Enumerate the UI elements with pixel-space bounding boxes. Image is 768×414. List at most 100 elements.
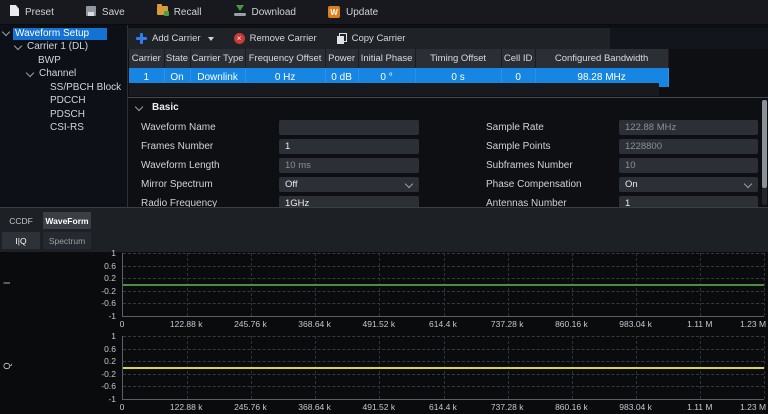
column-header-carrier-type: Carrier Type: [190, 49, 245, 68]
chevron-down-icon: [135, 102, 143, 110]
form-scrollbar[interactable]: [762, 100, 767, 205]
input-waveform-length[interactable]: 10 ms: [279, 158, 419, 173]
toolbar-button-save[interactable]: Save: [86, 6, 125, 19]
y-tick-label: 0.2: [104, 356, 116, 366]
select-mirror-spectrum[interactable]: Off: [279, 177, 419, 192]
x-tick-label: 368.64 k: [298, 319, 331, 329]
save-icon: [86, 6, 96, 19]
field-value: 10 ms: [285, 160, 311, 171]
tab-ccdf[interactable]: CCDF: [2, 212, 40, 229]
input-frames-number[interactable]: 1: [279, 139, 419, 154]
toolbar-button-label: Preset: [25, 7, 54, 18]
carrier-toolbar: Add Carrier × Remove Carrier Copy Carrie…: [128, 28, 610, 49]
field-label-radio-frequency: Radio Frequency: [141, 196, 217, 207]
column-header-frequency-offset: Frequency Offset: [245, 49, 325, 68]
tree-item-waveform-setup[interactable]: Waveform Setup: [0, 27, 127, 41]
tree-item-label: Carrier 1 (DL): [25, 41, 90, 53]
tree-item-csi-rs[interactable]: CSI-RS: [0, 122, 127, 136]
input-radio-frequency[interactable]: 1GHz: [279, 196, 419, 207]
tab-i-q[interactable]: I|Q: [2, 232, 40, 249]
x-tick-label: 122.88 k: [170, 319, 203, 329]
gridline-vertical: [764, 336, 765, 399]
basic-section-title: Basic: [152, 102, 179, 113]
toolbar-button-download[interactable]: Download: [234, 5, 296, 19]
field-value: 1: [285, 141, 290, 152]
trace-i: [123, 284, 764, 286]
plot-area: [122, 253, 764, 317]
remove-carrier-button[interactable]: × Remove Carrier: [234, 33, 317, 44]
x-tick-label: 860.16 k: [555, 319, 588, 329]
toolbar-button-preset[interactable]: Preset: [10, 5, 54, 19]
x-tick-label: 122.88 k: [170, 402, 203, 412]
tree-item-label: Waveform Setup: [13, 28, 107, 40]
y-tick-label: 0.2: [104, 273, 116, 283]
y-tick-label: -0.6: [101, 298, 116, 308]
x-tick-labels: 0122.88 k245.76 k368.64 k491.52 k614.4 k…: [122, 402, 764, 414]
x-tick-labels: 0122.88 k245.76 k368.64 k491.52 k614.4 k…: [122, 319, 764, 331]
x-tick-label: 983.04 k: [619, 402, 652, 412]
column-header-state: State: [164, 49, 190, 68]
tree-item-channel[interactable]: Channel: [0, 68, 127, 82]
chevron-down-icon: [208, 37, 214, 41]
field-label-antennas-number: Antennas Number: [486, 196, 567, 207]
input-sample-rate[interactable]: 122.88 MHz: [619, 120, 758, 135]
results-pane: CCDFWaveFormI|QSpectrum I10.60.2-0.2-0.6…: [0, 207, 768, 414]
copy-carrier-button[interactable]: Copy Carrier: [337, 33, 406, 44]
carrier-table-empty-area: [129, 83, 659, 96]
field-label-subframes-number: Subframes Number: [486, 158, 573, 173]
column-header-configured-bandwidth: Configured Bandwidth: [535, 49, 668, 68]
tree-item-pdsch[interactable]: PDSCH: [0, 108, 127, 122]
gridline-vertical: [764, 253, 765, 316]
y-tick-label: -1: [108, 311, 116, 321]
input-waveform-name[interactable]: [279, 120, 419, 135]
x-tick-label: 245.76 k: [234, 319, 267, 329]
field-label-frames-number: Frames Number: [141, 139, 213, 154]
tree-item-ss-pbch-block[interactable]: SS/PBCH Block: [0, 81, 127, 95]
form-scrollbar-thumb[interactable]: [762, 100, 767, 188]
toolbar-button-label: Recall: [174, 7, 202, 18]
chevron-down-icon: [26, 69, 34, 77]
select-phase-compensation[interactable]: On: [619, 177, 758, 192]
y-tick-labels: 10.60.2-0.2-0.6-1: [0, 253, 118, 316]
basic-section-header[interactable]: Basic: [136, 102, 179, 113]
x-tick-label: 1.11 M: [687, 402, 712, 412]
update-icon: W: [328, 6, 340, 18]
add-carrier-button[interactable]: Add Carrier: [136, 33, 214, 44]
carrier-config-panel: Add Carrier × Remove Carrier Copy Carrie…: [127, 25, 768, 207]
main-toolbar: Preset Save Recall Download WUpdate: [0, 0, 768, 25]
column-header-initial-phase: Initial Phase: [358, 49, 415, 68]
tab-waveform[interactable]: WaveForm: [43, 212, 91, 229]
tree-item-bwp[interactable]: BWP: [0, 54, 127, 68]
remove-carrier-label: Remove Carrier: [250, 33, 317, 44]
x-tick-label: 614.4 k: [429, 402, 457, 412]
toolbar-button-update[interactable]: WUpdate: [328, 6, 378, 18]
input-antennas-number[interactable]: 1: [619, 196, 758, 207]
section-divider: [128, 97, 768, 98]
field-label-waveform-length: Waveform Length: [141, 158, 220, 173]
x-tick-label: 0: [120, 402, 125, 412]
tab-spectrum[interactable]: Spectrum: [43, 232, 91, 249]
x-tick-label: 368.64 k: [298, 402, 331, 412]
x-tick-label: 614.4 k: [429, 319, 457, 329]
input-subframes-number[interactable]: 10: [619, 158, 758, 173]
y-tick-labels: 10.60.2-0.2-0.6-1: [0, 336, 118, 399]
x-tick-label: 491.52 k: [362, 319, 395, 329]
input-sample-points[interactable]: 1228800: [619, 139, 758, 154]
y-tick-label: 0.6: [104, 261, 116, 271]
tree-item-pdcch[interactable]: PDCCH: [0, 95, 127, 109]
waveform-tree: Waveform SetupCarrier 1 (DL)BWPChannelSS…: [0, 25, 127, 207]
tree-item-carrier-1-dl[interactable]: Carrier 1 (DL): [0, 41, 127, 55]
chevron-down-icon: [2, 28, 10, 36]
column-header-power: Power: [325, 49, 358, 68]
x-tick-label: 737.28 k: [491, 319, 524, 329]
field-label-mirror-spectrum: Mirror Spectrum: [141, 177, 213, 192]
carrier-toolbar-row: Add Carrier × Remove Carrier Copy Carrie…: [128, 28, 768, 49]
plus-icon: [136, 33, 147, 44]
copy-icon: [337, 33, 347, 44]
trace-q: [123, 367, 764, 369]
field-label-phase-compensation: Phase Compensation: [486, 177, 582, 192]
preset-icon: [10, 5, 19, 19]
carrier-table-header-row: CarrierStateCarrier TypeFrequency Offset…: [129, 49, 668, 68]
field-label-waveform-name: Waveform Name: [141, 120, 216, 135]
toolbar-button-recall[interactable]: Recall: [157, 6, 202, 18]
